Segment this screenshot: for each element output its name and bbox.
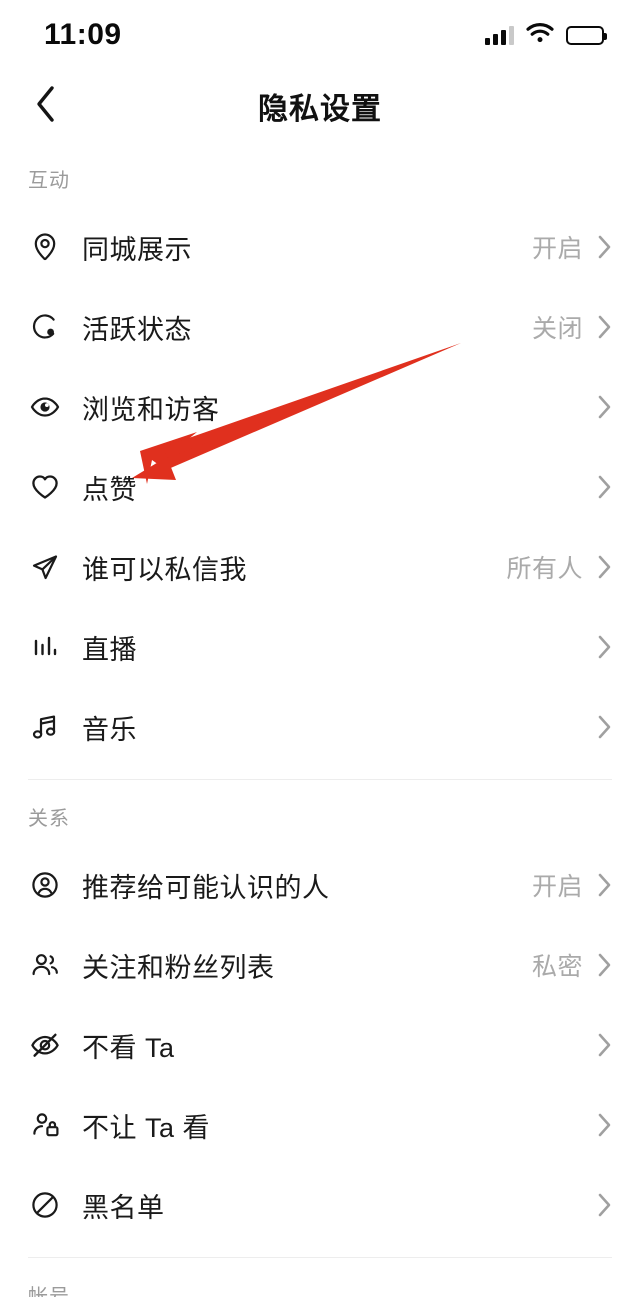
row-label: 同城展示: [82, 234, 192, 265]
row-label: 关注和粉丝列表: [82, 952, 275, 983]
row-label: 活跃状态: [82, 314, 192, 345]
section-header-relationship: 关系: [28, 808, 70, 830]
row-label: 音乐: [82, 714, 137, 745]
row-value: 开启: [531, 235, 583, 263]
location-pin-icon: [24, 226, 66, 268]
chevron-right-icon: [597, 234, 612, 260]
row-value: 关闭: [531, 315, 583, 343]
page-title: 隐私设置: [258, 93, 382, 126]
row-likes[interactable]: 点赞: [0, 447, 640, 527]
chevron-right-icon: [597, 1192, 612, 1218]
chevron-right-icon: [597, 474, 612, 500]
row-blacklist[interactable]: 黑名单: [0, 1165, 640, 1245]
settings-list: 互动 同城展示 开启 活跃状态 关闭 浏览和访客 点赞 谁可以私信我 所有人 直…: [0, 142, 640, 1297]
chevron-right-icon: [597, 1112, 612, 1138]
wifi-icon: [526, 22, 554, 48]
row-views-and-visitors[interactable]: 浏览和访客: [0, 367, 640, 447]
ban-icon: [24, 1184, 66, 1226]
row-label: 不看 Ta: [82, 1032, 175, 1063]
nav-bar: 隐私设置: [0, 70, 640, 142]
paper-plane-icon: [24, 546, 66, 588]
row-value: 开启: [531, 873, 583, 901]
row-active-status[interactable]: 活跃状态 关闭: [0, 287, 640, 367]
status-time: 11:09: [44, 18, 122, 51]
row-label: 黑名单: [82, 1192, 165, 1223]
activity-status-icon: [24, 306, 66, 348]
row-label: 浏览和访客: [82, 394, 220, 425]
row-dont-see-ta[interactable]: 不看 Ta: [0, 1005, 640, 1085]
privacy-settings-screen: 11:09 隐私设置 互动 同城展示 开启 活跃状态 关闭 浏览和访客 点赞 谁…: [0, 0, 640, 1297]
chevron-right-icon: [597, 872, 612, 898]
chevron-right-icon: [597, 714, 612, 740]
section-header-account: 帐号: [28, 1286, 70, 1297]
row-following-and-followers-list[interactable]: 关注和粉丝列表 私密: [0, 925, 640, 1005]
live-bars-icon: [24, 626, 66, 668]
battery-icon: [566, 25, 607, 45]
chevron-right-icon: [597, 952, 612, 978]
chevron-right-icon: [597, 394, 612, 420]
status-bar: 11:09: [0, 0, 640, 70]
user-circle-icon: [24, 864, 66, 906]
chevron-right-icon: [597, 554, 612, 580]
eye-icon: [24, 386, 66, 428]
row-label: 推荐给可能认识的人: [82, 872, 330, 903]
heart-icon: [24, 466, 66, 508]
chevron-right-icon: [597, 1032, 612, 1058]
chevron-right-icon: [597, 314, 612, 340]
row-who-can-dm-me[interactable]: 谁可以私信我 所有人: [0, 527, 640, 607]
chevron-right-icon: [597, 634, 612, 660]
music-note-icon: [24, 706, 66, 748]
row-recommend-to-people-you-may-know[interactable]: 推荐给可能认识的人 开启: [0, 845, 640, 925]
row-label: 谁可以私信我: [82, 554, 247, 585]
row-value: 所有人: [506, 555, 583, 583]
eye-off-icon: [24, 1024, 66, 1066]
status-icons: [485, 22, 607, 48]
users-icon: [24, 944, 66, 986]
row-music[interactable]: 音乐: [0, 687, 640, 767]
row-nearby-display[interactable]: 同城展示 开启: [0, 207, 640, 287]
row-value: 私密: [531, 953, 583, 981]
row-live[interactable]: 直播: [0, 607, 640, 687]
row-label: 不让 Ta 看: [82, 1112, 211, 1143]
user-lock-icon: [24, 1104, 66, 1146]
row-label: 直播: [82, 634, 137, 665]
row-dont-let-ta-see[interactable]: 不让 Ta 看: [0, 1085, 640, 1165]
signal-bars-icon: [485, 25, 514, 45]
row-label: 点赞: [82, 474, 137, 505]
section-header-interaction: 互动: [28, 170, 70, 192]
